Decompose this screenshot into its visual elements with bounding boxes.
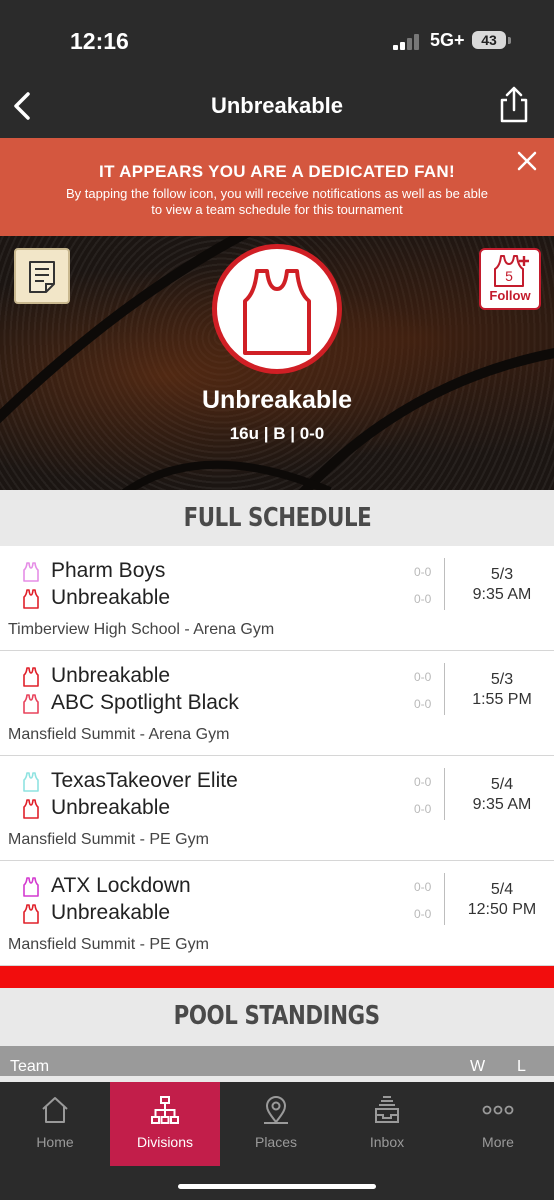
notes-button[interactable]	[14, 248, 70, 304]
share-icon	[500, 86, 528, 123]
network-type: 5G+	[430, 30, 465, 50]
more-icon	[482, 1105, 514, 1115]
notes-icon	[29, 261, 55, 293]
team-name: Pharm Boys	[51, 559, 166, 582]
team-name: Unbreakable	[51, 796, 171, 819]
follow-button[interactable]: 5 Follow	[479, 248, 541, 310]
divider	[444, 873, 445, 925]
game-venue: Mansfield Summit - PE Gym	[8, 831, 209, 848]
game-time: 12:50 PM	[467, 901, 537, 918]
close-icon	[517, 151, 537, 171]
jersey-icon	[23, 772, 39, 792]
game-date: 5/3	[490, 566, 514, 583]
map-pin-icon	[264, 1096, 288, 1124]
game-venue: Mansfield Summit - PE Gym	[8, 936, 209, 953]
tab-label: Inbox	[369, 1134, 405, 1150]
game-time: 9:35 AM	[472, 586, 532, 603]
page-title: Unbreakable	[210, 93, 344, 118]
game-venue: Timberview High School - Arena Gym	[8, 621, 275, 638]
jersey-icon	[23, 667, 39, 687]
battery-tip	[508, 37, 511, 44]
team-score: 0-0	[414, 697, 432, 711]
team-name: ABC Spotlight Black	[51, 691, 239, 714]
jersey-icon	[243, 269, 311, 355]
banner-title: IT APPEARS YOU ARE A DEDICATED FAN!	[99, 162, 455, 181]
pool-standings-title: POOL STANDINGS	[173, 1001, 381, 1031]
game-row[interactable]: ATX Lockdown 0-0 Unbreakable 0-0 5/4 12:50 PM…	[0, 861, 554, 966]
full-schedule-header: FULL SCHEDULE	[0, 490, 554, 546]
team-score: 0-0	[414, 670, 432, 684]
team-name: Unbreakable	[51, 901, 171, 924]
tab-label: More	[482, 1134, 514, 1150]
tab-home[interactable]: Home	[0, 1082, 110, 1166]
game-time: 1:55 PM	[472, 691, 532, 708]
tab-label: Home	[36, 1134, 74, 1150]
follow-label: Follow	[489, 288, 531, 303]
team-name: Unbreakable	[201, 386, 353, 414]
team-score: 0-0	[414, 565, 432, 579]
home-icon	[42, 1097, 68, 1123]
bracket-icon	[151, 1096, 179, 1124]
tab-inbox[interactable]: Inbox	[332, 1082, 442, 1166]
tab-bar: Home Divisions Places Inbox More	[0, 1082, 554, 1200]
inbox-icon	[375, 1096, 399, 1123]
tab-divisions[interactable]: Divisions	[110, 1082, 220, 1166]
jersey-icon	[23, 799, 39, 819]
team-score: 0-0	[414, 775, 432, 789]
team-score: 0-0	[414, 802, 432, 816]
tab-label: Divisions	[136, 1134, 193, 1150]
team-score: 0-0	[414, 592, 432, 606]
jersey-icon	[23, 589, 39, 609]
tab-more[interactable]: More	[443, 1082, 553, 1166]
game-date: 5/4	[490, 881, 514, 898]
share-button[interactable]	[496, 84, 532, 124]
status-time: 12:16	[70, 28, 129, 54]
column-losses: L	[517, 1058, 526, 1075]
jersey-icon	[23, 562, 39, 582]
top-bar: 12:16 5G+ 43 Unbreakable	[0, 0, 554, 138]
game-date: 5/4	[490, 776, 514, 793]
signal-icon	[393, 34, 421, 50]
follow-icon: 5	[494, 255, 529, 287]
banner-close-button[interactable]	[516, 150, 538, 172]
standings-table-header: Team W L	[0, 1046, 554, 1076]
team-meta: 16u | B | 0-0	[229, 424, 325, 443]
banner-message: By tapping the follow icon, you will rec…	[65, 186, 488, 217]
tab-places[interactable]: Places	[221, 1082, 331, 1166]
game-venue: Mansfield Summit - Arena Gym	[8, 726, 230, 743]
home-indicator	[178, 1184, 376, 1189]
dedicated-fan-banner: IT APPEARS YOU ARE A DEDICATED FAN! By t…	[0, 138, 554, 236]
column-wins: W	[470, 1058, 486, 1075]
team-hero: 5 Follow Unbreakable 16u | B | 0-0	[0, 236, 554, 490]
svg-text:5: 5	[505, 268, 513, 284]
game-row[interactable]: TexasTakeover Elite 0-0 Unbreakable 0-0 5/4 9…	[0, 756, 554, 861]
divider	[444, 663, 445, 715]
alert-bar	[0, 966, 554, 988]
team-name: ATX Lockdown	[51, 874, 191, 897]
jersey-icon	[23, 694, 39, 714]
divider	[444, 768, 445, 820]
game-row[interactable]: Pharm Boys 0-0 Unbreakable 0-0 5/3 9:35 AM Tim…	[0, 546, 554, 651]
tab-label: Places	[254, 1134, 298, 1150]
team-name: TexasTakeover Elite	[51, 769, 238, 792]
game-time: 9:35 AM	[472, 796, 532, 813]
team-name: Unbreakable	[51, 586, 171, 609]
game-date: 5/3	[490, 671, 514, 688]
status-bar: 12:16 5G+ 43	[0, 26, 554, 58]
team-score: 0-0	[414, 907, 432, 921]
schedule-list: Pharm Boys 0-0 Unbreakable 0-0 5/3 9:35 AM Tim…	[0, 546, 554, 966]
team-logo	[212, 244, 342, 374]
column-team: Team	[10, 1058, 50, 1075]
jersey-icon	[23, 877, 39, 897]
pool-standings-header: POOL STANDINGS	[0, 988, 554, 1044]
team-name: Unbreakable	[51, 664, 171, 687]
team-score: 0-0	[414, 880, 432, 894]
jersey-icon	[23, 904, 39, 924]
game-row[interactable]: Unbreakable 0-0 ABC Spotlight Black 0-0 5/3 1…	[0, 651, 554, 756]
divider	[444, 558, 445, 610]
full-schedule-title: FULL SCHEDULE	[183, 503, 371, 533]
battery-icon: 43	[472, 31, 506, 49]
